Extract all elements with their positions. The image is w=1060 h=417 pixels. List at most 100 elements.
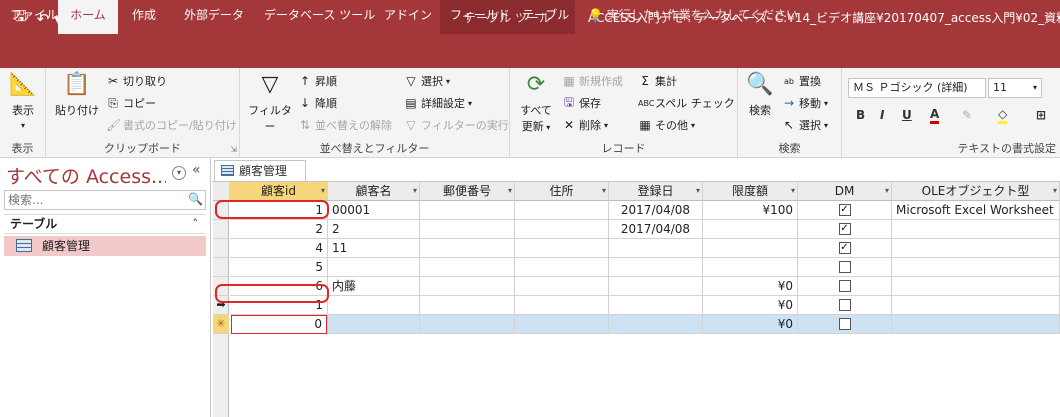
- checkbox-checked[interactable]: ✓: [838, 222, 851, 235]
- dropdown-arrow-icon[interactable]: ▾: [696, 182, 700, 200]
- table-cell[interactable]: [703, 258, 798, 277]
- save-record-button[interactable]: 🖫 保存: [562, 94, 601, 112]
- table-cell[interactable]: 11: [328, 239, 420, 258]
- table-cell[interactable]: [515, 277, 609, 296]
- tab-create[interactable]: 作成: [124, 0, 164, 34]
- table-cell[interactable]: [328, 258, 420, 277]
- dropdown-arrow-icon[interactable]: ▾: [321, 182, 325, 200]
- table-cell[interactable]: 2017/04/08: [609, 201, 703, 220]
- table-cell[interactable]: [328, 296, 420, 315]
- column-header[interactable]: 顧客id ▾: [230, 182, 328, 201]
- nav-collapse-icon[interactable]: «: [192, 162, 201, 178]
- cut-button[interactable]: ✂ 切り取り: [106, 72, 167, 90]
- table-cell[interactable]: [703, 220, 798, 239]
- tab-home[interactable]: ホーム: [58, 0, 118, 34]
- checkbox-unchecked[interactable]: [838, 317, 851, 330]
- view-button[interactable]: 📐 表示 ▾: [4, 72, 42, 131]
- font-name-select[interactable]: ＭＳ Ｐゴシック (詳細): [848, 78, 986, 98]
- new-record-button[interactable]: ▦ 新規作成: [562, 72, 623, 90]
- column-header[interactable]: OLEオブジェクト型 ▾: [892, 182, 1060, 201]
- table-cell[interactable]: 4: [230, 239, 328, 258]
- paste-button[interactable]: 📋 貼り付け: [54, 72, 100, 118]
- dropdown-arrow-icon[interactable]: ▾: [508, 182, 512, 200]
- format-painter-button[interactable]: 🖌 書式のコピー/貼り付け: [106, 116, 237, 134]
- table-cell[interactable]: [892, 258, 1060, 277]
- copy-button[interactable]: ⎘ コピー: [106, 94, 156, 112]
- table-cell[interactable]: [798, 277, 892, 296]
- toggle-filter-button[interactable]: ▽ フィルターの実行: [404, 116, 508, 134]
- nav-dropdown-icon[interactable]: ▾: [172, 166, 186, 180]
- table-cell[interactable]: ¥0: [703, 315, 798, 334]
- document-tab[interactable]: 顧客管理: [214, 160, 306, 182]
- table-cell[interactable]: [798, 258, 892, 277]
- table-cell[interactable]: 2: [328, 220, 420, 239]
- column-header[interactable]: 郵便番号 ▾: [420, 182, 515, 201]
- dialog-launcher-icon[interactable]: ⇲: [230, 145, 237, 154]
- table-cell[interactable]: [892, 315, 1060, 334]
- column-header[interactable]: DM ▾: [798, 182, 892, 201]
- table-cell[interactable]: [328, 315, 420, 334]
- nav-search-input[interactable]: [4, 190, 206, 210]
- gridlines-icon[interactable]: ⊞: [1036, 108, 1046, 122]
- table-cell[interactable]: [420, 239, 515, 258]
- advanced-filter-button[interactable]: ▤ 詳細設定 ▾: [404, 94, 472, 112]
- tab-fields[interactable]: フィールド: [442, 0, 518, 34]
- spelling-button[interactable]: ABC スペル チェック: [638, 94, 735, 112]
- table-cell[interactable]: 5: [230, 258, 328, 277]
- table-cell[interactable]: [609, 277, 703, 296]
- delete-record-button[interactable]: ✕ 削除 ▾: [562, 116, 608, 134]
- column-header[interactable]: 限度額 ▾: [703, 182, 798, 201]
- table-cell[interactable]: [515, 201, 609, 220]
- totals-button[interactable]: Σ 集計: [638, 72, 677, 90]
- tab-external-data[interactable]: 外部データ: [176, 0, 252, 34]
- refresh-all-button[interactable]: ⟳ すべて 更新 ▾: [516, 72, 556, 134]
- checkbox-unchecked[interactable]: [838, 298, 851, 311]
- sort-asc-button[interactable]: ↑ 昇順: [298, 72, 337, 90]
- table-cell[interactable]: ✓: [798, 239, 892, 258]
- table-cell[interactable]: [515, 239, 609, 258]
- tab-database-tools[interactable]: データベース ツール: [256, 0, 383, 34]
- selection-button[interactable]: ▽ 選択 ▾: [404, 72, 450, 90]
- tab-table[interactable]: テーブル: [514, 0, 577, 34]
- table-cell[interactable]: [515, 296, 609, 315]
- bold-icon[interactable]: B: [856, 108, 865, 122]
- table-cell[interactable]: [609, 239, 703, 258]
- tab-addins[interactable]: アドイン: [376, 0, 440, 34]
- record-selector[interactable]: [213, 239, 229, 258]
- table-cell[interactable]: [609, 296, 703, 315]
- column-header[interactable]: 顧客名 ▾: [328, 182, 420, 201]
- table-cell[interactable]: ¥0: [703, 277, 798, 296]
- filter-button[interactable]: ▽ フィルター: [246, 72, 294, 134]
- italic-icon[interactable]: I: [880, 108, 884, 122]
- clear-sort-button[interactable]: ⇅ 並べ替えの解除: [298, 116, 392, 134]
- table-cell[interactable]: 内藤: [328, 277, 420, 296]
- goto-button[interactable]: → 移動 ▾: [782, 94, 828, 112]
- table-cell[interactable]: 2017/04/08: [609, 220, 703, 239]
- table-cell[interactable]: [892, 296, 1060, 315]
- new-record-id-input[interactable]: 0: [231, 315, 327, 334]
- dropdown-arrow-icon[interactable]: ▾: [791, 182, 795, 200]
- checkbox-checked[interactable]: ✓: [838, 203, 851, 216]
- table-cell[interactable]: [420, 220, 515, 239]
- nav-pane-title[interactable]: すべての Access...: [6, 162, 166, 189]
- table-cell[interactable]: [703, 239, 798, 258]
- underline-icon[interactable]: U: [902, 108, 912, 122]
- column-header[interactable]: 住所 ▾: [515, 182, 609, 201]
- table-cell[interactable]: [892, 220, 1060, 239]
- table-cell[interactable]: [420, 258, 515, 277]
- tell-me-box[interactable]: 💡 実行したい作業を入力してください: [588, 0, 798, 34]
- more-button[interactable]: ▦ その他 ▾: [638, 116, 695, 134]
- table-cell[interactable]: [515, 258, 609, 277]
- table-cell[interactable]: [798, 315, 892, 334]
- table-cell[interactable]: 00001: [328, 201, 420, 220]
- dropdown-arrow-icon[interactable]: ▾: [413, 182, 417, 200]
- nav-item-customer-table[interactable]: 顧客管理: [4, 236, 206, 256]
- select-all-corner[interactable]: [213, 182, 230, 201]
- highlight-icon[interactable]: ✎: [962, 108, 972, 122]
- table-cell[interactable]: 2: [230, 220, 328, 239]
- font-color-icon[interactable]: A: [930, 108, 940, 124]
- checkbox-unchecked[interactable]: [838, 260, 851, 273]
- select-button[interactable]: ↖ 選択 ▾: [782, 116, 828, 134]
- fill-color-icon[interactable]: ◇: [998, 108, 1008, 124]
- checkbox-unchecked[interactable]: [838, 279, 851, 292]
